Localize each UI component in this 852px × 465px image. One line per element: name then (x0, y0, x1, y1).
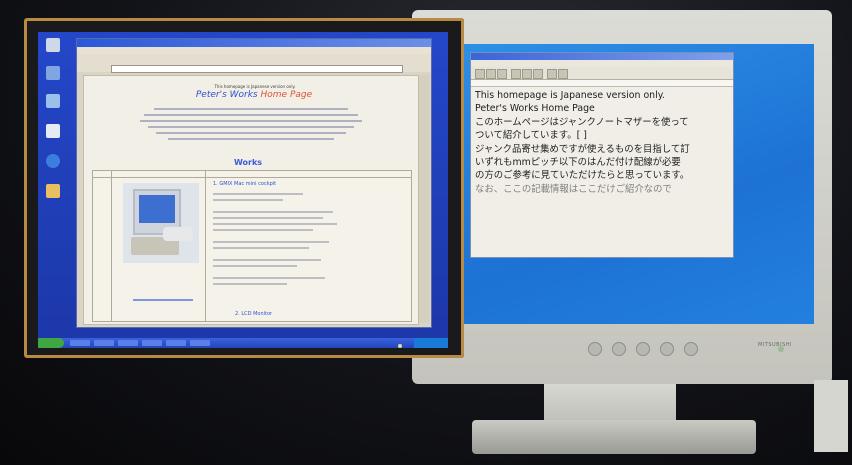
right-monitor-screen: This homepage is Japanese version only. … (460, 44, 814, 324)
item-text-line (213, 259, 321, 261)
item-text-line (213, 217, 323, 219)
japanese-version-note: This homepage is Japanese version only. (214, 84, 296, 89)
vertical-scrollbar[interactable] (419, 75, 429, 323)
notepad-line: いずれもmmピッチ以下のはんだ付け配線が必要 (475, 157, 681, 169)
toolbar-button[interactable] (547, 69, 557, 79)
taskbar-button[interactable] (166, 340, 186, 346)
item-text-line (213, 211, 333, 213)
intro-text-line (144, 114, 358, 116)
toolbar-button[interactable] (486, 69, 496, 79)
toolbar-button[interactable] (558, 69, 568, 79)
item-text-line (213, 247, 309, 249)
desktop-icon-network-places[interactable] (42, 94, 64, 109)
taskbar-button[interactable] (94, 340, 114, 346)
taskbar-button[interactable] (118, 340, 138, 346)
monitor-stand-base (472, 420, 756, 454)
notepad-toolbar (471, 67, 733, 80)
item-text-line (213, 223, 337, 225)
recycle-bin-icon (46, 124, 60, 138)
item-text-line (213, 199, 283, 201)
photo-keyboard (163, 227, 193, 241)
site-title-part-b: Home Page (260, 90, 313, 100)
browser-address-bar (77, 64, 431, 73)
table-header-row (93, 171, 411, 178)
taskbar (38, 338, 448, 348)
intro-text-line (154, 108, 348, 110)
notepad-line: ジャンク品寄せ集めですが使えるものを目指して訂 (475, 143, 690, 155)
right-monitor: This homepage is Japanese version only. … (412, 10, 832, 384)
table-divider (111, 171, 112, 321)
browser-menu-bar[interactable] (77, 47, 431, 54)
item-text-line (213, 283, 287, 285)
notepad-menu-bar[interactable] (471, 60, 733, 67)
desktop-icon-my-computer[interactable] (42, 38, 64, 53)
notepad-line: This homepage is Japanese version only. (475, 90, 665, 101)
works-table: 1. GMIX Mac mini cockpit 2. LCD Monitor (92, 170, 412, 322)
media-player-icon (46, 184, 60, 198)
monitor-button[interactable] (684, 342, 698, 356)
site-title-part-a: Peter's Works (195, 90, 258, 100)
toolbar-button[interactable] (497, 69, 507, 79)
item-button[interactable] (133, 299, 193, 301)
system-tray[interactable] (414, 338, 448, 348)
intro-text-line (168, 138, 334, 140)
monitor-button[interactable] (636, 342, 650, 356)
notepad-ruler (471, 80, 733, 87)
site-title: Peter's Works Home Page (154, 90, 354, 100)
address-input[interactable] (111, 65, 403, 73)
power-led (398, 344, 402, 348)
item-text-line (213, 277, 325, 279)
monitor-button[interactable] (660, 342, 674, 356)
start-button[interactable] (38, 338, 64, 348)
computer-icon (46, 38, 60, 52)
item-text-line (213, 229, 313, 231)
works-heading: Works (234, 158, 263, 167)
notepad-window[interactable]: This homepage is Japanese version only. … (470, 52, 734, 258)
intro-text-line (140, 120, 362, 122)
work-item-link[interactable]: 1. GMIX Mac mini cockpit (213, 181, 276, 187)
notepad-line: ついて紹介しています。[ ] (475, 130, 587, 142)
network-places-icon (46, 94, 60, 108)
intro-text-line (148, 126, 354, 128)
work-item-link[interactable]: 2. LCD Monitor (235, 311, 272, 317)
browser-window[interactable]: This homepage is Japanese version only. … (76, 38, 432, 328)
table-divider (205, 171, 206, 321)
left-monitor-screen: This homepage is Japanese version only. … (38, 32, 448, 348)
notepad-line: なお、ここの記載情報はここだけご紹介なので (475, 183, 672, 195)
toolbar-button[interactable] (511, 69, 521, 79)
speaker (814, 380, 848, 452)
browser-title-bar[interactable] (77, 39, 431, 47)
network-icon (46, 66, 60, 80)
toolbar-button[interactable] (475, 69, 485, 79)
desktop-icon-recycle-bin[interactable] (42, 124, 64, 139)
desktop-icon-internet-explorer[interactable] (42, 154, 64, 169)
toolbar-button[interactable] (533, 69, 543, 79)
notepad-line: の方のご参考に見ていただけたらと思っています。 (475, 170, 690, 182)
monitor-brand-label: MITSUBISHI (758, 342, 792, 348)
notepad-line: このホームページはジャンクノートマザーを使って (475, 116, 689, 128)
item-text-line (213, 241, 329, 243)
monitor-button[interactable] (612, 342, 626, 356)
item-text-line (213, 193, 303, 195)
desktop-icon-media-player[interactable] (42, 184, 64, 199)
notepad-title-bar[interactable] (471, 53, 733, 60)
desktop-icon-network[interactable] (42, 66, 64, 81)
taskbar-button[interactable] (70, 340, 90, 346)
item-text-line (213, 265, 297, 267)
web-page-content: This homepage is Japanese version only. … (83, 75, 419, 325)
intro-text-line (156, 132, 346, 134)
left-monitor: This homepage is Japanese version only. … (24, 18, 464, 358)
taskbar-button[interactable] (190, 340, 210, 346)
notepad-text-area[interactable]: This homepage is Japanese version only. … (475, 89, 731, 255)
toolbar-button[interactable] (522, 69, 532, 79)
mac-mini-photo[interactable] (123, 183, 199, 263)
power-led (778, 346, 784, 352)
internet-explorer-icon (46, 154, 60, 168)
photo-scene: This homepage is Japanese version only. … (0, 0, 852, 465)
taskbar-button[interactable] (142, 340, 162, 346)
photo-monitor-screen (139, 195, 175, 223)
monitor-button[interactable] (588, 342, 602, 356)
notepad-line: Peter's Works Home Page (475, 103, 595, 115)
